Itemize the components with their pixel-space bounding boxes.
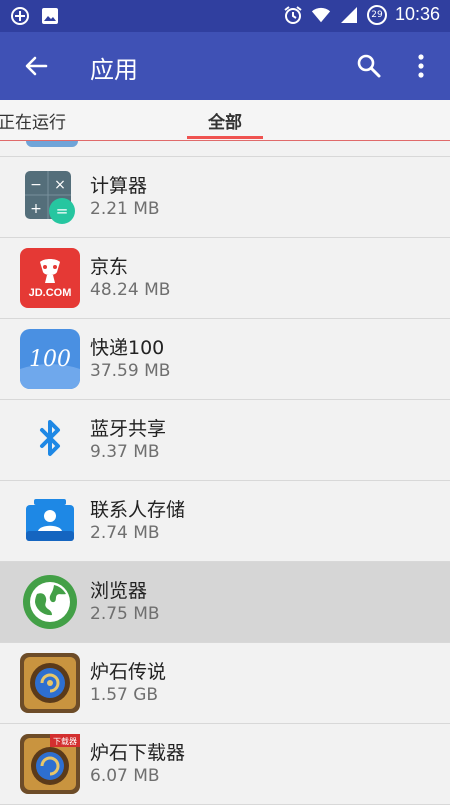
tab-all[interactable]: 全部 (208, 108, 242, 133)
app-name: 炉石传说 (90, 661, 167, 683)
list-item-hearthstone[interactable]: 炉石传说 1.57 GB (0, 643, 450, 724)
app-name: 联系人存储 (90, 499, 186, 521)
kuaidi100-icon: 100 (20, 329, 80, 389)
bluetooth-icon (20, 410, 80, 470)
calc-plus-glyph: + (30, 201, 42, 217)
partially-hidden-list-item[interactable] (0, 141, 450, 157)
calculator-icon: − × + = (20, 167, 80, 227)
app-size: 9.37 MB (90, 442, 160, 462)
wifi-icon (311, 5, 331, 25)
status-bar: 29 10:36 (0, 0, 450, 32)
app-size: 6.07 MB (90, 766, 160, 786)
back-arrow-icon[interactable] (20, 52, 52, 80)
app-name: 浏览器 (90, 580, 148, 602)
app-size: 48.24 MB (90, 280, 171, 300)
list-item-contacts-storage[interactable]: 联系人存储 2.74 MB (0, 481, 450, 562)
app-size: 37.59 MB (90, 361, 171, 381)
app-size: 1.57 GB (90, 685, 159, 705)
page-title: 应用 (90, 56, 138, 84)
more-options-icon[interactable] (409, 52, 433, 80)
list-item-kuaidi100[interactable]: 100 快递100 37.59 MB (0, 319, 450, 400)
app-size: 2.75 MB (90, 604, 160, 624)
contacts-storage-icon (20, 491, 80, 551)
jd-icon: JD.COM (20, 248, 80, 308)
app-name: 蓝牙共享 (90, 418, 167, 440)
signal-icon (339, 5, 359, 25)
calc-minus-glyph: − (30, 177, 42, 193)
alarm-icon (283, 5, 303, 25)
kuaidi-logo-text: 100 (29, 347, 71, 372)
calc-equals-glyph: = (56, 202, 69, 220)
battery-icon: 29 (366, 4, 387, 25)
list-item-calculator[interactable]: − × + = 计算器 2.21 MB (0, 157, 450, 238)
app-size: 2.21 MB (90, 199, 160, 219)
jd-logo-text: JD.COM (29, 287, 72, 299)
hs-downloader-badge: 下载器 (53, 736, 77, 746)
app-size: 2.74 MB (90, 523, 160, 543)
list-item-browser[interactable]: 浏览器 2.75 MB (0, 562, 450, 643)
browser-icon (20, 572, 80, 632)
app-list: − × + = 计算器 2.21 MB JD.COM 京东 48.24 MB 1… (0, 141, 450, 805)
tab-running[interactable]: 正在运行 (0, 108, 66, 133)
clock: 10:36 (394, 4, 440, 24)
hearthstone-icon (20, 653, 80, 713)
app-bar: 应用 (0, 32, 450, 100)
app-name: 炉石下载器 (90, 742, 186, 764)
hearthstone-downloader-icon: 下载器 (20, 734, 80, 794)
image-icon (40, 6, 60, 26)
app-name: 快递100 (90, 337, 165, 359)
list-item-hearthstone-downloader[interactable]: 下载器 炉石下载器 6.07 MB (0, 724, 450, 805)
tab-bar: 正在运行 全部 (0, 100, 450, 141)
app-name: 京东 (90, 256, 129, 278)
search-icon[interactable] (355, 52, 383, 80)
list-item-bluetooth-share[interactable]: 蓝牙共享 9.37 MB (0, 400, 450, 481)
app-name: 计算器 (90, 175, 148, 197)
tab-indicator (187, 136, 263, 139)
add-circle-icon (10, 6, 30, 26)
calc-times-glyph: × (54, 177, 66, 193)
list-item-jd[interactable]: JD.COM 京东 48.24 MB (0, 238, 450, 319)
